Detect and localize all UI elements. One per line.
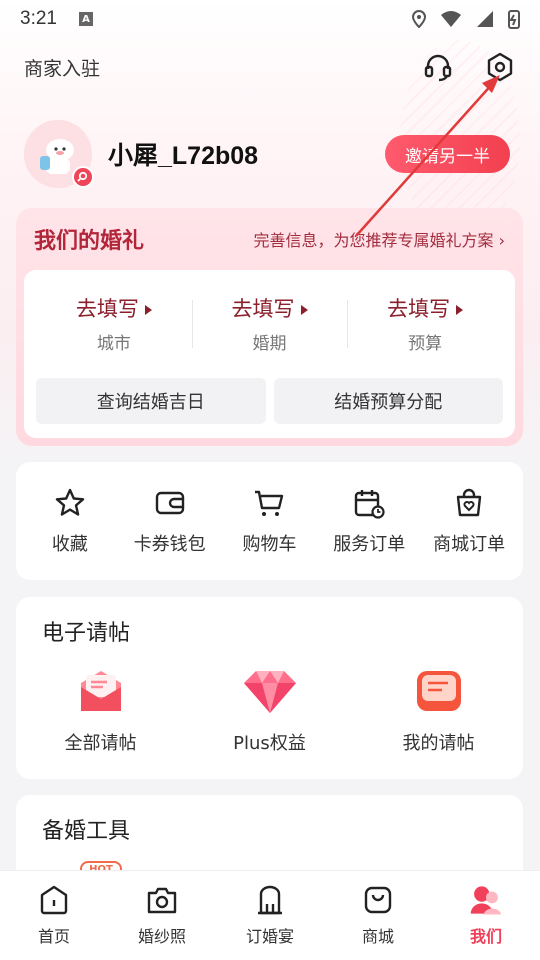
quick-label: 卡券钱包: [133, 534, 206, 555]
nav-label: 婚纱照: [137, 927, 186, 946]
merchant-entry-link[interactable]: 商家入驻: [24, 54, 100, 81]
wifi-icon: [441, 11, 461, 27]
nav-banquet[interactable]: 订婚宴: [216, 871, 324, 960]
nav-us[interactable]: 我们: [432, 871, 540, 960]
nav-wedding-photos[interactable]: 婚纱照: [108, 871, 216, 960]
home-icon: [37, 883, 71, 917]
plus-benefits[interactable]: Plus权益: [185, 663, 354, 755]
invite-label: 全部请帖: [64, 733, 137, 754]
field-action: 去填写: [387, 293, 464, 323]
card-icon: [411, 663, 467, 719]
header-row: 商家入驻: [24, 46, 516, 88]
nav-label: 订婚宴: [245, 927, 294, 946]
quick-label: 收藏: [51, 534, 88, 555]
diamond-icon: [242, 663, 298, 719]
status-time: 3:21: [20, 8, 57, 29]
status-icons: [412, 9, 520, 29]
envelope-icon: [73, 663, 129, 719]
field-budget[interactable]: 去填写 预算: [347, 286, 503, 360]
quick-wallet[interactable]: 卡券钱包: [120, 462, 220, 580]
quick-label: 服务订单: [333, 534, 406, 555]
venue-icon: [253, 883, 287, 917]
quick-service-orders[interactable]: 服务订单: [319, 462, 419, 580]
field-action-text: 去填写: [75, 296, 139, 321]
signal-icon: [477, 11, 493, 27]
cart-icon: [252, 486, 286, 520]
calendar-clock-icon: [352, 486, 386, 520]
quick-label: 购物车: [242, 534, 297, 555]
auspicious-date-button[interactable]: 查询结婚吉日: [36, 378, 266, 424]
notification-icon: A: [78, 12, 93, 26]
my-invitations[interactable]: 我的请帖: [354, 663, 523, 755]
location-icon: [412, 10, 426, 28]
shop-bag-icon: [361, 883, 395, 917]
wedding-card-header: 我们的婚礼 完善信息，为您推荐专属婚礼方案 ›: [24, 208, 515, 270]
star-icon: [53, 486, 87, 520]
customer-service-icon[interactable]: [422, 51, 454, 83]
invite-partner-button[interactable]: 邀请另一半: [385, 135, 510, 173]
caret-right-icon: [300, 304, 308, 315]
wedding-fields: 去填写 城市 去填写 婚期 去填写 预算: [36, 286, 503, 360]
field-date[interactable]: 去填写 婚期: [191, 286, 348, 360]
nav-home[interactable]: 首页: [0, 871, 108, 960]
wedding-card: 我们的婚礼 完善信息，为您推荐专属婚礼方案 › 去填写 城市 去填写 婚期 去填…: [16, 208, 523, 446]
quick-label: 商城订单: [433, 534, 506, 555]
field-label: 婚期: [252, 333, 287, 354]
field-label: 预算: [408, 333, 443, 354]
field-action-text: 去填写: [387, 296, 451, 321]
caret-right-icon: [144, 304, 152, 315]
invitations-card: 电子请帖 全部请帖 Plus权益 我的请帖: [16, 597, 523, 779]
profile-row: 小犀_L72b08 邀请另一半: [24, 120, 510, 188]
wedding-complete-info-link[interactable]: 完善信息，为您推荐专属婚礼方案 ›: [254, 227, 506, 251]
nav-mall[interactable]: 商城: [324, 871, 432, 960]
nav-label: 我们: [469, 927, 502, 946]
camera-icon: [145, 883, 179, 917]
field-action: 去填写: [232, 293, 308, 323]
username: 小犀_L72b08: [108, 142, 259, 170]
caret-right-icon: [456, 304, 464, 315]
wedding-title: 我们的婚礼: [34, 229, 145, 254]
bag-heart-icon: [452, 486, 486, 520]
quick-favorites[interactable]: 收藏: [20, 462, 120, 580]
wallet-icon: [153, 486, 187, 520]
avatar-edit-badge[interactable]: [72, 166, 94, 188]
wedding-tools: 查询结婚吉日 结婚预算分配: [36, 378, 503, 424]
quick-mall-orders[interactable]: 商城订单: [419, 462, 519, 580]
field-action: 去填写: [76, 293, 152, 323]
settings-icon[interactable]: [484, 51, 516, 83]
wedding-tools-title: 备婚工具: [42, 819, 131, 844]
status-bar: 3:21 A: [0, 0, 540, 38]
invite-label: 我的请帖: [402, 733, 475, 754]
quick-cart[interactable]: 购物车: [220, 462, 320, 580]
field-action-text: 去填写: [231, 296, 295, 321]
field-city[interactable]: 去填写 城市: [36, 286, 192, 360]
field-label: 城市: [96, 333, 131, 354]
bottom-nav: 首页 婚纱照 订婚宴 商城 我们: [0, 870, 540, 960]
all-invitations[interactable]: 全部请帖: [16, 663, 185, 755]
nav-label: 首页: [37, 927, 70, 946]
header-icons: [422, 51, 516, 83]
invite-label: Plus权益: [233, 733, 306, 754]
budget-allocation-button[interactable]: 结婚预算分配: [273, 378, 503, 424]
quick-actions-card: 收藏 卡券钱包 购物车 服务订单 商城订单: [16, 462, 523, 580]
invitations-row: 全部请帖 Plus权益 我的请帖: [16, 663, 523, 755]
invitations-title: 电子请帖: [42, 621, 131, 646]
avatar[interactable]: [24, 120, 94, 188]
battery-icon: [508, 10, 520, 29]
couple-icon: [469, 883, 503, 917]
nav-label: 商城: [361, 927, 394, 946]
wedding-card-body: 去填写 城市 去填写 婚期 去填写 预算 查询结婚吉日 结婚预算分配: [24, 270, 515, 438]
